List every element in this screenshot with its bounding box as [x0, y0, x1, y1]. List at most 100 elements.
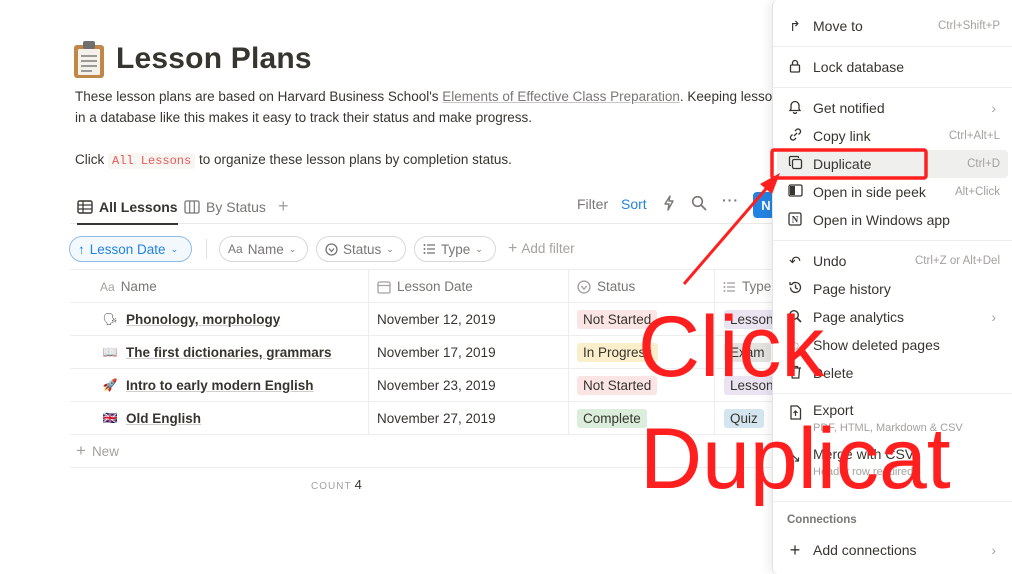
filter-button[interactable]: Filter: [577, 196, 608, 212]
status-icon: [577, 279, 591, 294]
menu-divider: [773, 501, 1012, 502]
svg-text:N: N: [792, 214, 799, 224]
column-divider: [714, 402, 715, 434]
name-cell[interactable]: 🚀 Intro to early modern English: [102, 369, 314, 401]
menu-item-show-deleted[interactable]: ◌ Show deleted pages: [777, 331, 1008, 359]
status-tag: In Progress: [577, 342, 659, 362]
column-divider: [568, 336, 569, 368]
duplicate-icon: [787, 155, 803, 173]
more-icon[interactable]: ···: [722, 192, 739, 208]
chevron-right-icon: ›: [991, 100, 996, 116]
notion-page: Lesson Plans These lesson plans are base…: [0, 0, 1012, 574]
merge-icon: ↘: [789, 449, 801, 465]
chevron-down-icon: ⌄: [170, 243, 179, 254]
table-row[interactable]: 🚀 Intro to early modern English November …: [70, 369, 780, 402]
clipboard-icon[interactable]: [72, 40, 106, 78]
name-cell[interactable]: 🗣 Phonology, morphology: [102, 303, 280, 335]
menu-item-add-connections[interactable]: + Add connections ›: [777, 536, 1008, 564]
menu-item-side-peek[interactable]: Open in side peek Alt+Click: [777, 178, 1008, 206]
type-cell[interactable]: Exam: [724, 336, 771, 368]
column-divider: [568, 402, 569, 434]
filter-chip-status[interactable]: Status ⌄: [316, 236, 406, 262]
date-cell[interactable]: November 17, 2019: [377, 336, 496, 368]
name-cell[interactable]: 📖 The first dictionaries, grammars: [102, 336, 332, 368]
add-filter-button[interactable]: + Add filter: [508, 240, 575, 258]
export-icon: [787, 405, 803, 423]
move-icon: ↱: [789, 17, 801, 34]
menu-item-copy-link[interactable]: Copy link Ctrl+Alt+L: [777, 122, 1008, 150]
name-cell[interactable]: 🇬🇧 Old English: [102, 402, 202, 434]
column-divider: [568, 303, 569, 335]
link-icon: [787, 127, 803, 145]
emoji-icon: 📖: [102, 345, 118, 359]
column-header-date[interactable]: Lesson Date: [377, 270, 473, 303]
sort-button[interactable]: Sort: [621, 196, 647, 212]
status-cell[interactable]: Complete: [577, 402, 647, 434]
date-cell[interactable]: November 23, 2019: [377, 369, 496, 401]
column-divider: [714, 270, 715, 302]
connections-heading: Connections: [787, 514, 857, 526]
status-cell[interactable]: In Progress: [577, 336, 659, 368]
menu-item-move-to[interactable]: ↱ Move to Ctrl+Shift+P: [777, 12, 1008, 40]
table-icon: [77, 200, 93, 214]
menu-item-page-analytics[interactable]: Page analytics ›: [777, 303, 1008, 331]
search-icon[interactable]: [691, 195, 707, 211]
date-cell[interactable]: November 27, 2019: [377, 402, 496, 434]
menu-item-get-notified[interactable]: Get notified ›: [777, 94, 1008, 122]
column-header-type[interactable]: Type: [723, 270, 771, 303]
lessons-table: Aa Name Lesson Date Status Type 🗣 Phonolo…: [70, 269, 780, 468]
plus-icon: +: [789, 539, 801, 560]
table-row[interactable]: 📖 The first dictionaries, grammars Novemb…: [70, 336, 780, 369]
trash-icon: [787, 365, 803, 382]
status-tag: Not Started: [577, 309, 658, 329]
status-cell[interactable]: Not Started: [577, 303, 658, 335]
status-icon: [325, 242, 338, 256]
menu-item-export[interactable]: Export PDF, HTML, Markdown & CSV: [777, 400, 1008, 440]
hbs-link[interactable]: Elements of Effective Class Preparation: [442, 89, 680, 104]
menu-divider: [773, 240, 1012, 241]
deleted-icon: ◌: [790, 337, 800, 353]
chevron-down-icon: ⌄: [475, 243, 483, 254]
inline-code-all-lessons: All Lessons: [108, 153, 196, 169]
undo-icon: ↶: [789, 252, 801, 269]
emoji-icon: 🇬🇧: [102, 411, 118, 425]
type-cell[interactable]: Quiz: [724, 402, 764, 434]
board-icon: [184, 200, 200, 214]
text-icon: Aa: [100, 279, 115, 294]
table-row[interactable]: 🇬🇧 Old English November 27, 2019 Complete…: [70, 402, 780, 435]
menu-item-delete[interactable]: Delete: [777, 359, 1008, 387]
tab-by-status[interactable]: By Status: [184, 194, 266, 220]
text-icon: Aa: [228, 242, 243, 256]
sidebar-icon: [787, 184, 803, 200]
status-cell[interactable]: Not Started: [577, 369, 658, 401]
menu-item-merge-csv[interactable]: ↘ Merge with CSV Header row required: [777, 444, 1008, 484]
status-tag: Not Started: [577, 375, 658, 395]
chevron-down-icon: ⌄: [386, 243, 394, 254]
add-view-plus-icon[interactable]: +: [278, 196, 289, 217]
description-line-1: These lesson plans are based on Harvard …: [75, 89, 773, 104]
new-row-button[interactable]: + New: [70, 435, 780, 468]
emoji-icon: 🚀: [102, 378, 118, 392]
description-line-3: Click All Lessons to organize these less…: [75, 152, 512, 169]
menu-item-page-history[interactable]: Page history: [777, 275, 1008, 303]
table-row[interactable]: 🗣 Phonology, morphology November 12, 2019…: [70, 303, 780, 336]
bell-icon: [787, 99, 803, 117]
count-summary[interactable]: COUNT 4: [311, 477, 362, 492]
page-options-menu: ↱ Move to Ctrl+Shift+P Lock database Get…: [772, 0, 1012, 574]
menu-item-undo[interactable]: ↶ Undo Ctrl+Z or Alt+Del: [777, 247, 1008, 275]
page-title[interactable]: Lesson Plans: [116, 42, 312, 76]
column-header-status[interactable]: Status: [577, 270, 635, 303]
lightning-icon[interactable]: [663, 195, 675, 211]
tab-all-lessons[interactable]: All Lessons: [77, 194, 178, 225]
menu-item-duplicate[interactable]: Duplicate Ctrl+D: [777, 150, 1008, 178]
menu-item-lock-database[interactable]: Lock database: [777, 53, 1008, 81]
menu-divider: [773, 46, 1012, 47]
filter-chip-type[interactable]: Type ⌄: [414, 236, 496, 262]
menu-item-windows-app[interactable]: N Open in Windows app: [777, 206, 1008, 234]
sort-chip-lesson-date[interactable]: ↑ Lesson Date ⌄: [69, 236, 192, 262]
column-header-name[interactable]: Aa Name: [100, 270, 157, 303]
notion-icon: N: [787, 211, 803, 229]
filter-chip-name[interactable]: Aa Name ⌄: [219, 236, 308, 262]
date-cell[interactable]: November 12, 2019: [377, 303, 496, 335]
chevron-right-icon: ›: [991, 309, 996, 325]
